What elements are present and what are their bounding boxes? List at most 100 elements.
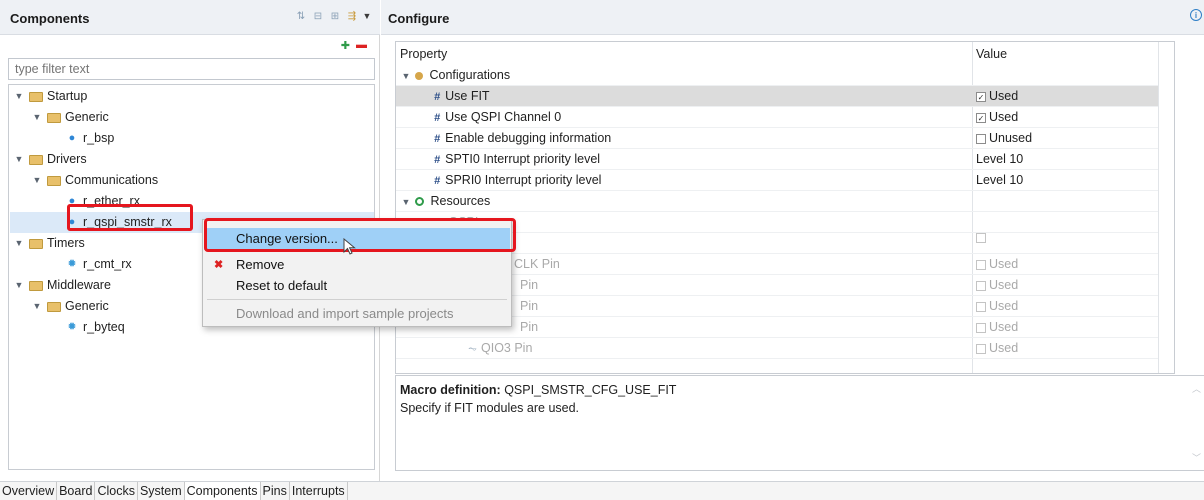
folder-icon xyxy=(29,280,43,291)
checkbox-checked-icon[interactable]: ✓ xyxy=(976,91,986,102)
chevron-down-icon[interactable]: ▼ xyxy=(31,107,43,127)
tab-board[interactable]: Board xyxy=(57,482,96,500)
value-cell[interactable]: Used xyxy=(976,296,1018,317)
column-header-property[interactable]: Property xyxy=(400,47,447,61)
tree-item-startup[interactable]: ▼ Startup xyxy=(13,86,88,106)
property-hash-icon: # xyxy=(434,175,441,187)
value-cell[interactable]: Unused xyxy=(976,128,1032,149)
table-row[interactable]: # Use FIT ✓ Used xyxy=(396,86,1158,107)
menu-item-reset-to-default[interactable]: Reset to default xyxy=(204,275,510,297)
tree-item-generic[interactable]: ▼ Generic xyxy=(31,107,109,127)
chevron-down-icon[interactable]: ▼ xyxy=(13,149,25,169)
value-cell[interactable] xyxy=(976,233,989,243)
value-cell[interactable]: ✓ Used xyxy=(976,86,1018,107)
folder-icon xyxy=(47,112,61,123)
value-cell[interactable]: Level 10 xyxy=(976,149,1023,170)
checkbox-disabled-icon[interactable] xyxy=(976,322,986,333)
value-cell[interactable]: Level 10 xyxy=(976,170,1023,191)
chevron-down-icon[interactable]: ▼ xyxy=(400,192,412,213)
components-toolbar: ⇅ ⊟ ⊞ ⇶ ▼ xyxy=(294,9,372,23)
filter-input[interactable] xyxy=(8,58,375,80)
table-row[interactable]: ▼ Resources xyxy=(396,191,1158,212)
checkbox-disabled-icon[interactable] xyxy=(976,301,986,312)
collapse-all-icon[interactable]: ⊟ xyxy=(311,9,325,23)
configurations-icon xyxy=(415,71,424,80)
tree-item-drivers[interactable]: ▼ Drivers xyxy=(13,149,87,169)
tree-item-generic-middleware[interactable]: ▼ Generic xyxy=(31,296,109,316)
value-cell[interactable]: Used xyxy=(976,338,1018,359)
folder-icon xyxy=(47,175,61,186)
property-hash-icon: # xyxy=(434,112,441,124)
folder-icon xyxy=(47,301,61,312)
chevron-down-icon[interactable]: ▼ xyxy=(31,170,43,190)
table-header: Property Value xyxy=(396,42,1174,66)
chevron-down-icon[interactable]: ▼ xyxy=(31,296,43,316)
pin-icon: ⏦ xyxy=(468,343,477,355)
macro-name: QSPI_SMSTR_CFG_USE_FIT xyxy=(504,383,677,397)
property-hash-icon: # xyxy=(434,154,441,166)
chevron-down-icon[interactable]: ▼ xyxy=(13,233,25,253)
menu-separator xyxy=(207,299,507,300)
configure-header: Configure i xyxy=(381,0,1204,35)
link-icon[interactable]: ⇶ xyxy=(345,9,359,23)
checkbox-disabled-icon[interactable] xyxy=(976,259,986,270)
chevron-down-icon[interactable]: ▼ xyxy=(13,86,25,106)
tab-clocks[interactable]: Clocks xyxy=(95,482,138,500)
tree-item-middleware[interactable]: ▼ Middleware xyxy=(13,275,111,295)
chevron-down-icon[interactable]: ▼ xyxy=(13,275,25,295)
checkbox-disabled-icon[interactable] xyxy=(976,280,986,291)
checkbox-disabled-icon[interactable] xyxy=(976,343,986,354)
checkbox-disabled-icon[interactable] xyxy=(976,233,986,243)
table-row[interactable]: # SPTI0 Interrupt priority level Level 10 xyxy=(396,149,1158,170)
tab-system[interactable]: System xyxy=(138,482,185,500)
macro-definition-label: Macro definition: xyxy=(400,383,501,397)
tree-item-timers[interactable]: ▼ Timers xyxy=(13,233,85,253)
value-cell[interactable]: Used xyxy=(976,317,1018,338)
table-row[interactable]: # SPRI0 Interrupt priority level Level 10 xyxy=(396,170,1158,191)
tab-pins[interactable]: Pins xyxy=(261,482,290,500)
checkbox-unchecked-icon[interactable] xyxy=(976,133,986,144)
mouse-cursor-icon xyxy=(343,238,356,255)
tree-item-r-byteq[interactable]: ✹ r_byteq xyxy=(65,317,124,337)
tree-item-communications[interactable]: ▼ Communications xyxy=(31,170,159,190)
add-component-icon[interactable]: ✚ xyxy=(341,39,350,52)
description-text: Specify if FIT modules are used. xyxy=(400,401,580,415)
component-gear-icon: ✹ xyxy=(67,321,77,333)
tab-overview[interactable]: Overview xyxy=(0,482,58,500)
tree-item-r-bsp[interactable]: ● r_bsp xyxy=(65,128,115,148)
description-panel: Macro definition: QSPI_SMSTR_CFG_USE_FIT… xyxy=(395,375,1204,471)
tab-interrupts[interactable]: Interrupts xyxy=(290,482,348,500)
table-row[interactable]: # Enable debugging information Unused xyxy=(396,128,1158,149)
scroll-down-icon[interactable]: ﹀ xyxy=(1192,451,1201,464)
folder-icon xyxy=(29,91,43,102)
column-header-value[interactable]: Value xyxy=(976,47,1007,61)
components-header: Components ⇅ ⊟ ⊞ ⇶ ▼ xyxy=(0,0,380,35)
table-row[interactable]: ▼ Configurations xyxy=(396,65,1158,86)
component-icon: ● xyxy=(68,132,76,144)
tab-components[interactable]: Components xyxy=(184,482,261,500)
property-hash-icon: # xyxy=(434,91,441,103)
table-row[interactable]: ⏦ QIO3 Pin Used xyxy=(396,338,1158,359)
checkbox-checked-icon[interactable]: ✓ xyxy=(976,112,986,123)
property-hash-icon: # xyxy=(434,133,441,145)
tree-item-r-cmt-rx[interactable]: ✹ r_cmt_rx xyxy=(65,254,131,274)
chevron-down-icon[interactable]: ▼ xyxy=(400,66,412,87)
column-divider xyxy=(1158,42,1159,373)
resources-icon xyxy=(415,197,425,207)
editor-tabs: Overview Board Clocks System Components … xyxy=(0,481,1204,500)
info-icon[interactable]: i xyxy=(1190,9,1202,21)
configure-title: Configure xyxy=(388,11,450,26)
value-cell[interactable]: Used xyxy=(976,275,1018,296)
menu-item-download-samples[interactable]: Download and import sample projects xyxy=(204,303,510,325)
value-cell[interactable]: ✓ Used xyxy=(976,107,1018,128)
menu-item-remove[interactable]: ✖ Remove xyxy=(204,254,510,276)
component-actions: ✚ ▬ xyxy=(341,39,367,52)
folder-icon xyxy=(29,154,43,165)
table-row[interactable]: # Use QSPI Channel 0 ✓ Used xyxy=(396,107,1158,128)
sort-icon[interactable]: ⇅ xyxy=(294,9,308,23)
value-cell[interactable]: Used xyxy=(976,254,1018,275)
remove-component-icon[interactable]: ▬ xyxy=(356,39,367,52)
view-menu-icon[interactable]: ▼ xyxy=(362,9,372,23)
expand-all-icon[interactable]: ⊞ xyxy=(328,9,342,23)
scroll-up-icon[interactable]: ︿ xyxy=(1192,382,1201,395)
